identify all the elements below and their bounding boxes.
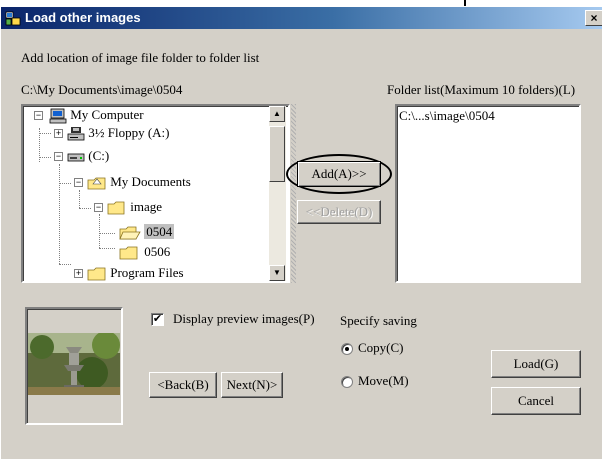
close-button[interactable]: × xyxy=(585,10,602,26)
folder-list-item[interactable]: C:\...s\image\0504 xyxy=(399,108,495,124)
expand-floppy[interactable]: + xyxy=(54,129,63,138)
folder-list[interactable]: C:\...s\image\0504 xyxy=(395,104,581,283)
tree-item-label: My Documents xyxy=(110,174,191,189)
scroll-down-button[interactable]: ▼ xyxy=(269,265,285,281)
scroll-up-button[interactable]: ▲ xyxy=(269,106,285,122)
tree-item-label: 0504 xyxy=(144,224,175,239)
hard-drive-icon xyxy=(67,153,85,162)
add-button[interactable]: Add(A)>> xyxy=(297,161,381,187)
display-preview-label: Display preview images(P) xyxy=(173,311,315,326)
folder-open-icon xyxy=(107,201,125,215)
next-button-label: Next(N)> xyxy=(226,377,278,392)
tree-item-label: 3½ Floppy (A:) xyxy=(88,125,170,140)
current-path-text: C:\My Documents\image\0504 xyxy=(21,82,183,97)
move-radio[interactable] xyxy=(341,376,353,388)
tree-item-0506[interactable]: 0506 xyxy=(119,243,170,261)
copy-radio[interactable] xyxy=(341,343,353,355)
computer-icon xyxy=(49,108,67,124)
my-documents-icon xyxy=(87,177,106,190)
tree-item-program-files[interactable]: Program Files xyxy=(87,264,184,281)
cancel-button-label: Cancel xyxy=(517,393,555,408)
preview-thumbnail xyxy=(28,333,120,395)
app-icon xyxy=(5,11,21,26)
scroll-thumb[interactable] xyxy=(269,126,285,182)
folder-open-icon xyxy=(119,226,141,240)
tree-item-label: 0506 xyxy=(144,244,171,259)
cancel-button[interactable]: Cancel xyxy=(491,387,581,415)
tree-item-label: image xyxy=(130,199,163,214)
tree-item-label: (C:) xyxy=(88,148,110,163)
expand-program-files[interactable]: + xyxy=(74,269,83,278)
collapse-c-drive[interactable]: − xyxy=(54,152,63,161)
tree-item-0504[interactable]: 0504 xyxy=(119,223,175,241)
folder-list-label: Folder list(Maximum 10 folders)(L) xyxy=(387,82,576,97)
back-button[interactable]: <Back(B) xyxy=(149,372,217,398)
tree-item-label: Program Files xyxy=(110,265,184,280)
instruction-text: Add location of image file folder to fol… xyxy=(21,50,260,65)
load-button[interactable]: Load(G) xyxy=(491,350,581,378)
window-title: Load other images xyxy=(25,10,141,25)
delete-button-label: <<Delete(D) xyxy=(305,204,373,219)
folder-tree[interactable]: − My Computer + 3½ Floppy (A:) − (C:) − … xyxy=(21,104,290,283)
panel-divider xyxy=(291,104,296,283)
collapse-my-computer[interactable]: − xyxy=(34,111,43,120)
tree-item-my-computer[interactable]: My Computer xyxy=(49,106,144,124)
add-button-label: Add(A)>> xyxy=(311,166,367,181)
tree-scrollbar[interactable]: ▲ ▼ xyxy=(269,106,286,281)
folder-icon xyxy=(119,246,138,260)
title-bar: Load other images × xyxy=(1,7,602,29)
load-images-dialog: Load other images × Add location of imag… xyxy=(0,6,602,459)
load-button-label: Load(G) xyxy=(513,356,559,371)
folder-icon xyxy=(87,267,106,281)
delete-button[interactable]: <<Delete(D) xyxy=(297,200,381,224)
tree-item-label: My Computer xyxy=(70,107,144,122)
back-button-label: <Back(B) xyxy=(157,377,209,392)
tree-item-c-drive[interactable]: (C:) xyxy=(67,147,109,165)
close-icon: × xyxy=(590,11,598,25)
tree-item-floppy[interactable]: 3½ Floppy (A:) xyxy=(67,124,170,142)
floppy-drive-icon xyxy=(67,127,85,141)
specify-saving-label: Specify saving xyxy=(340,313,417,328)
tree-item-image[interactable]: image xyxy=(107,198,162,216)
next-button[interactable]: Next(N)> xyxy=(221,372,283,398)
move-radio-label: Move(M) xyxy=(358,373,409,388)
collapse-my-documents[interactable]: − xyxy=(74,178,83,187)
copy-radio-label: Copy(C) xyxy=(358,340,404,355)
preview-image-frame xyxy=(25,307,123,425)
display-preview-checkbox[interactable]: ✔ xyxy=(151,313,164,326)
tree-item-my-documents[interactable]: My Documents xyxy=(87,173,191,191)
collapse-image-folder[interactable]: − xyxy=(94,203,103,212)
